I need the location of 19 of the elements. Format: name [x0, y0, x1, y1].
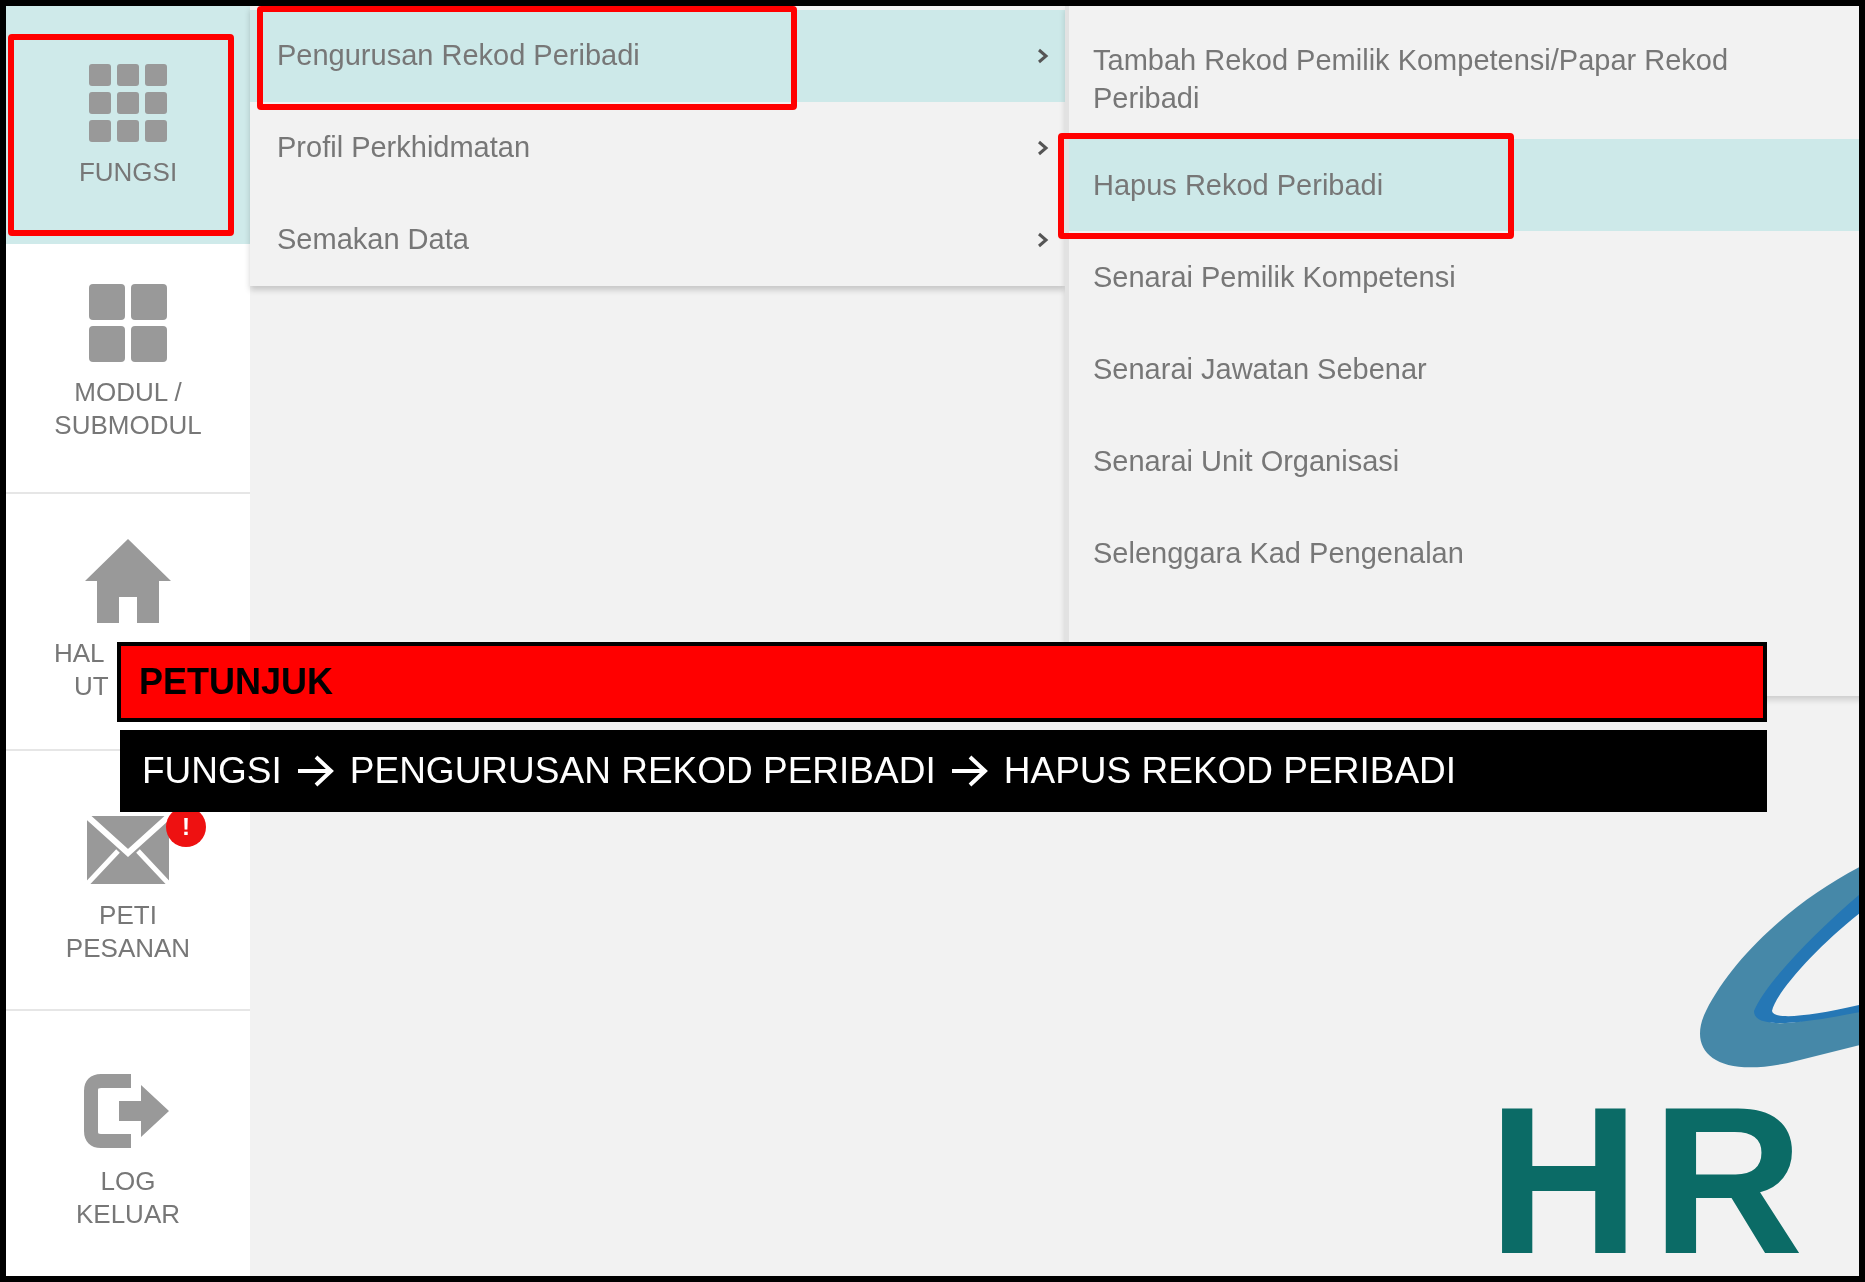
path-step: PENGURUSAN REKOD PERIBADI [349, 743, 936, 799]
sidebar-item[interactable]: FUNGSI [6, 6, 250, 244]
menu-item[interactable]: Semakan Data [250, 194, 1065, 286]
logo-text: HR [1488, 1076, 1816, 1276]
submenu-item[interactable]: Senarai Pemilik Kompetensi [1069, 231, 1859, 323]
submenu-item[interactable]: Selenggara Kad Pengenalan [1069, 507, 1859, 599]
home-icon [83, 537, 173, 623]
grid-icon [89, 284, 167, 362]
submenu-item[interactable]: Tambah Rekod Pemilik Kompetensi/Papar Rekod Peribadi [1069, 6, 1859, 139]
arrow-right-icon [295, 754, 336, 788]
menu-item[interactable]: Profil Perkhidmatan [250, 102, 1065, 194]
arrow-right-icon [949, 754, 990, 788]
submenu-item[interactable]: Senarai Unit Organisasi [1069, 415, 1859, 507]
submenu-item[interactable]: Senarai Jawatan Sebenar [1069, 323, 1859, 415]
submenu-item[interactable]: Hapus Rekod Peribadi [1069, 139, 1859, 231]
grid-icon [89, 64, 167, 142]
path-step: HAPUS REKOD PERIBADI [1003, 743, 1457, 799]
envelope-icon [86, 815, 170, 885]
menu-item[interactable]: Pengurusan Rekod Peribadi [250, 10, 1065, 102]
